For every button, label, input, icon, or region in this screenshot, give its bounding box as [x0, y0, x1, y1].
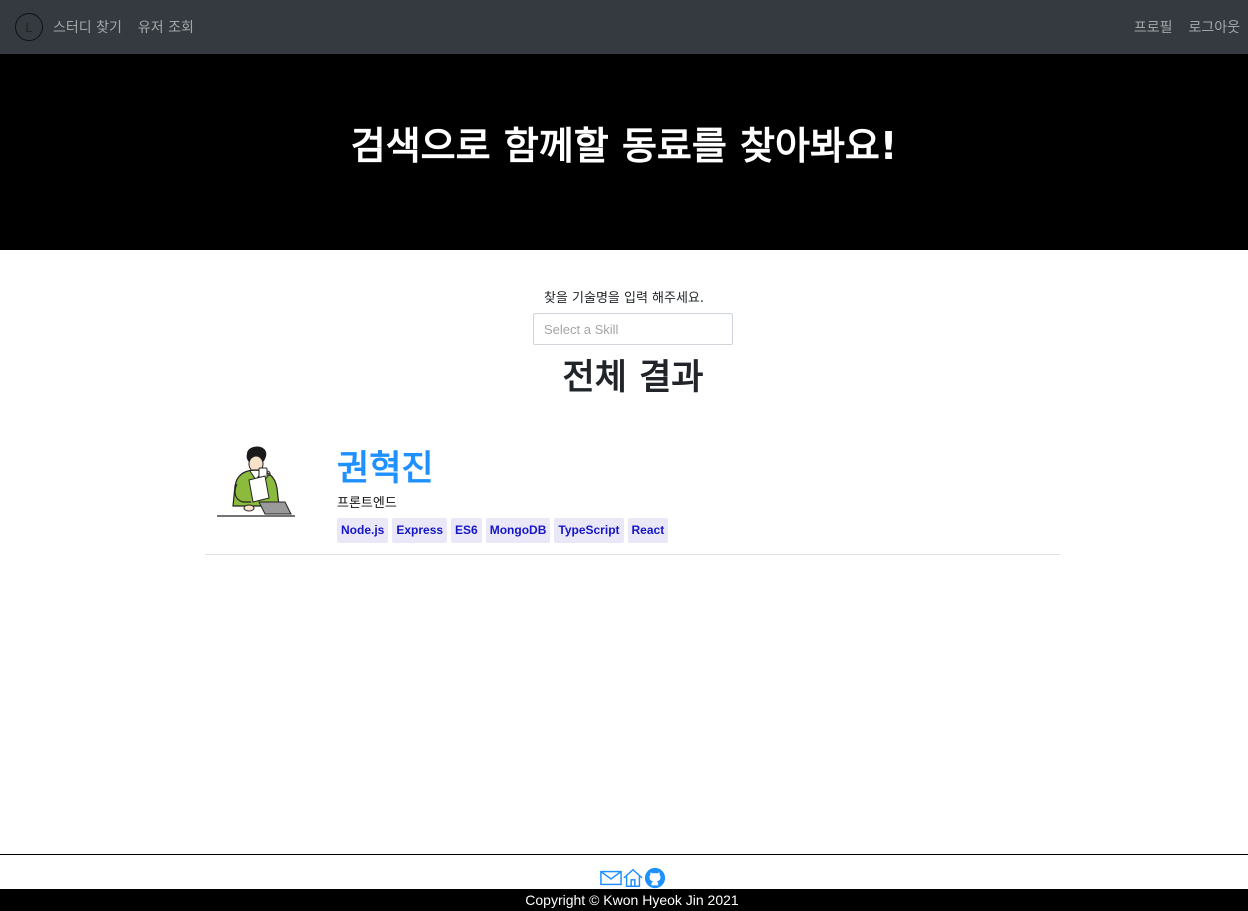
skill-tag: React [627, 518, 669, 543]
search-section: 찾을 기술명을 입력 해주세요. Select a Skill 전체 결과 [0, 287, 1248, 400]
navbar-right: 프로필 로그아웃 [1118, 17, 1240, 37]
results-title: 전체 결과 [562, 358, 704, 398]
footer-divider [0, 854, 1248, 855]
hero-banner: 검색으로 함께할 동료를 찾아봐요! [0, 54, 1248, 250]
skill-tag: Express [392, 518, 448, 543]
nav-link-profile[interactable]: 프로필 [1134, 17, 1173, 37]
navbar: L 스터디 찾기 유저 조회 프로필 로그아웃 [0, 0, 1248, 54]
skill-tag: Node.js [337, 518, 389, 543]
page: L 스터디 찾기 유저 조회 프로필 로그아웃 검색으로 함께할 동료를 찾아봐… [0, 0, 1248, 911]
footer-bar: Copyright © Kwon Hyeok Jin 2021 [0, 889, 1248, 911]
home-icon[interactable] [622, 867, 644, 889]
list-item: 권혁진 프론트엔드 Node.js Express ES6 MongoDB Ty… [205, 430, 1060, 555]
user-role: 프론트엔드 [337, 496, 397, 511]
mail-icon[interactable] [600, 867, 622, 889]
hero-title: 검색으로 함께할 동료를 찾아봐요! [350, 123, 898, 168]
search-label: 찾을 기술명을 입력 해주세요. [543, 291, 705, 306]
copyright-text: Copyright © Kwon Hyeok Jin 2021 [525, 892, 739, 908]
skill-tag: MongoDB [485, 518, 551, 543]
footer-icons [600, 867, 666, 889]
user-name-link[interactable]: 권혁진 [337, 440, 434, 491]
skill-tag: ES6 [451, 518, 482, 543]
skill-tags: Node.js Express ES6 MongoDB TypeScript R… [337, 518, 672, 543]
nav-link-logout[interactable]: 로그아웃 [1188, 17, 1240, 37]
avatar [217, 446, 295, 517]
nav-link-find-study[interactable]: 스터디 찾기 [53, 17, 122, 37]
navbar-left: L 스터디 찾기 유저 조회 [15, 13, 210, 41]
github-icon[interactable] [644, 867, 666, 889]
skill-tag: TypeScript [554, 518, 624, 543]
nav-link-user-search[interactable]: 유저 조회 [138, 17, 194, 37]
skill-select-input[interactable]: Select a Skill [533, 313, 733, 345]
logo-icon[interactable]: L [15, 13, 43, 41]
